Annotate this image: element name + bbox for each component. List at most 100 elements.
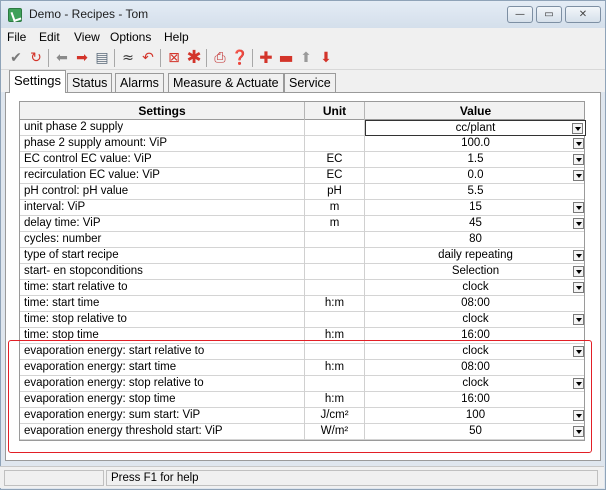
check-icon[interactable]: ✔ [7,49,25,67]
chevron-down-icon[interactable] [573,378,584,389]
table-row[interactable]: evaporation energy: stop time h:m 16:00 [20,392,584,408]
unit-cell: J/cm² [305,408,365,424]
toolbar-separator [48,49,49,67]
table-row[interactable]: evaporation energy: start time h:m 08:00 [20,360,584,376]
chevron-down-icon[interactable] [573,154,584,165]
refresh-icon[interactable]: ↻ [27,49,45,67]
arrow-left-icon[interactable]: ⬅ [53,49,71,67]
setting-name-cell: evaporation energy: stop time [20,392,305,408]
table-row[interactable]: evaporation energy: start relative to clo… [20,344,584,360]
menu-options[interactable]: Options [110,30,151,44]
header-value[interactable]: Value [365,102,586,120]
table-row[interactable]: evaporation energy threshold start: ViP W… [20,424,584,440]
value-dropdown[interactable]: 1.5 [365,152,586,168]
value-dropdown[interactable]: cc/plant [365,120,586,136]
table-row[interactable]: evaporation energy: sum start: ViP J/cm² 1… [20,408,584,424]
asterisk-icon[interactable]: ✱ [185,49,203,67]
table-row[interactable]: time: stop time h:m 16:00 [20,328,584,344]
value-dropdown[interactable]: clock [365,280,586,296]
chevron-down-icon[interactable] [573,250,584,261]
value-dropdown[interactable]: clock [365,344,586,360]
header-unit[interactable]: Unit [305,102,365,120]
unit-cell: h:m [305,296,365,312]
chevron-down-icon[interactable] [572,123,583,134]
chevron-down-icon[interactable] [573,138,584,149]
add-icon[interactable]: ✚ [257,49,275,67]
remove-icon[interactable]: ▬ [277,49,295,67]
value-field[interactable]: 80 [365,232,586,248]
delete-box-icon[interactable]: ⊠ [165,49,183,67]
value-dropdown[interactable]: Selection [365,264,586,280]
table-row[interactable]: type of start recipe daily repeating [20,248,584,264]
value-dropdown[interactable]: 100.0 [365,136,586,152]
chevron-down-icon[interactable] [573,218,584,229]
value-field[interactable]: 16:00 [365,328,586,344]
tab-status[interactable]: Status [67,73,113,92]
unit-cell [305,312,365,328]
chevron-down-icon[interactable] [573,170,584,181]
undo-icon[interactable]: ↶ [139,49,157,67]
value-dropdown[interactable]: 45 [365,216,586,232]
chevron-down-icon[interactable] [573,266,584,277]
table-row[interactable]: time: start relative to clock [20,280,584,296]
table-row[interactable]: evaporation energy: stop relative to cloc… [20,376,584,392]
value-dropdown[interactable]: 50 [365,424,586,440]
unit-cell: h:m [305,392,365,408]
menu-file[interactable]: File [7,30,26,44]
chevron-down-icon[interactable] [573,410,584,421]
collapse-icon[interactable]: ≈ [119,49,137,67]
chevron-down-icon[interactable] [573,346,584,357]
menu-edit[interactable]: Edit [39,30,60,44]
table-row[interactable]: pH control: pH value pH 5.5 [20,184,584,200]
table-row[interactable]: start- en stopconditions Selection [20,264,584,280]
value-dropdown[interactable]: 15 [365,200,586,216]
value-field[interactable]: 16:00 [365,392,586,408]
unit-cell: W/m² [305,424,365,440]
maximize-button[interactable]: ▭ [536,6,562,23]
value-text: clock [462,281,489,293]
tab-settings[interactable]: Settings [9,70,66,93]
tab-alarms[interactable]: Alarms [115,73,164,92]
chevron-down-icon[interactable] [573,426,584,437]
unit-cell: m [305,216,365,232]
menu-view[interactable]: View [74,30,100,44]
table-row[interactable]: interval: ViP m 15 [20,200,584,216]
value-text: 08:00 [461,361,490,373]
table-row[interactable]: recirculation EC value: ViP EC 0.0 [20,168,584,184]
table-row[interactable]: time: stop relative to clock [20,312,584,328]
arrow-down-icon[interactable]: ⬇ [317,49,335,67]
chevron-down-icon[interactable] [573,202,584,213]
setting-name-cell: evaporation energy threshold start: ViP [20,424,305,440]
minimize-button[interactable]: — [507,6,533,23]
chevron-down-icon[interactable] [573,314,584,325]
value-dropdown[interactable]: 0.0 [365,168,586,184]
arrow-right-icon[interactable]: ➡ [73,49,91,67]
value-field[interactable]: 08:00 [365,296,586,312]
value-dropdown[interactable]: clock [365,312,586,328]
table-row[interactable]: time: start time h:m 08:00 [20,296,584,312]
table-row[interactable]: EC control EC value: ViP EC 1.5 [20,152,584,168]
chevron-down-icon[interactable] [573,282,584,293]
close-button[interactable]: ✕ [565,6,601,23]
table-row[interactable]: cycles: number 80 [20,232,584,248]
table-row[interactable]: delay time: ViP m 45 [20,216,584,232]
value-field[interactable]: 08:00 [365,360,586,376]
tab-service[interactable]: Service [284,73,336,92]
table-row[interactable]: unit phase 2 supply cc/plant [20,120,586,136]
value-dropdown[interactable]: daily repeating [365,248,586,264]
setting-name-cell: phase 2 supply amount: ViP [20,136,305,152]
value-field[interactable]: 5.5 [365,184,586,200]
help-icon[interactable]: ❓ [231,49,249,67]
arrow-up-icon[interactable]: ⬆ [297,49,315,67]
setting-name-cell: interval: ViP [20,200,305,216]
value-dropdown[interactable]: 100 [365,408,586,424]
menu-help[interactable]: Help [164,30,189,44]
print-icon[interactable]: ⎙ [211,49,229,67]
value-dropdown[interactable]: clock [365,376,586,392]
title-bar[interactable]: Demo - Recipes - Tom — ▭ ✕ [1,1,605,28]
header-settings[interactable]: Settings [20,102,305,120]
tab-measure-actuate[interactable]: Measure & Actuate [168,73,284,92]
table-row[interactable]: phase 2 supply amount: ViP 100.0 [20,136,584,152]
list-icon[interactable]: ▤ [93,49,111,67]
grid-header: Settings Unit Value [20,102,584,120]
